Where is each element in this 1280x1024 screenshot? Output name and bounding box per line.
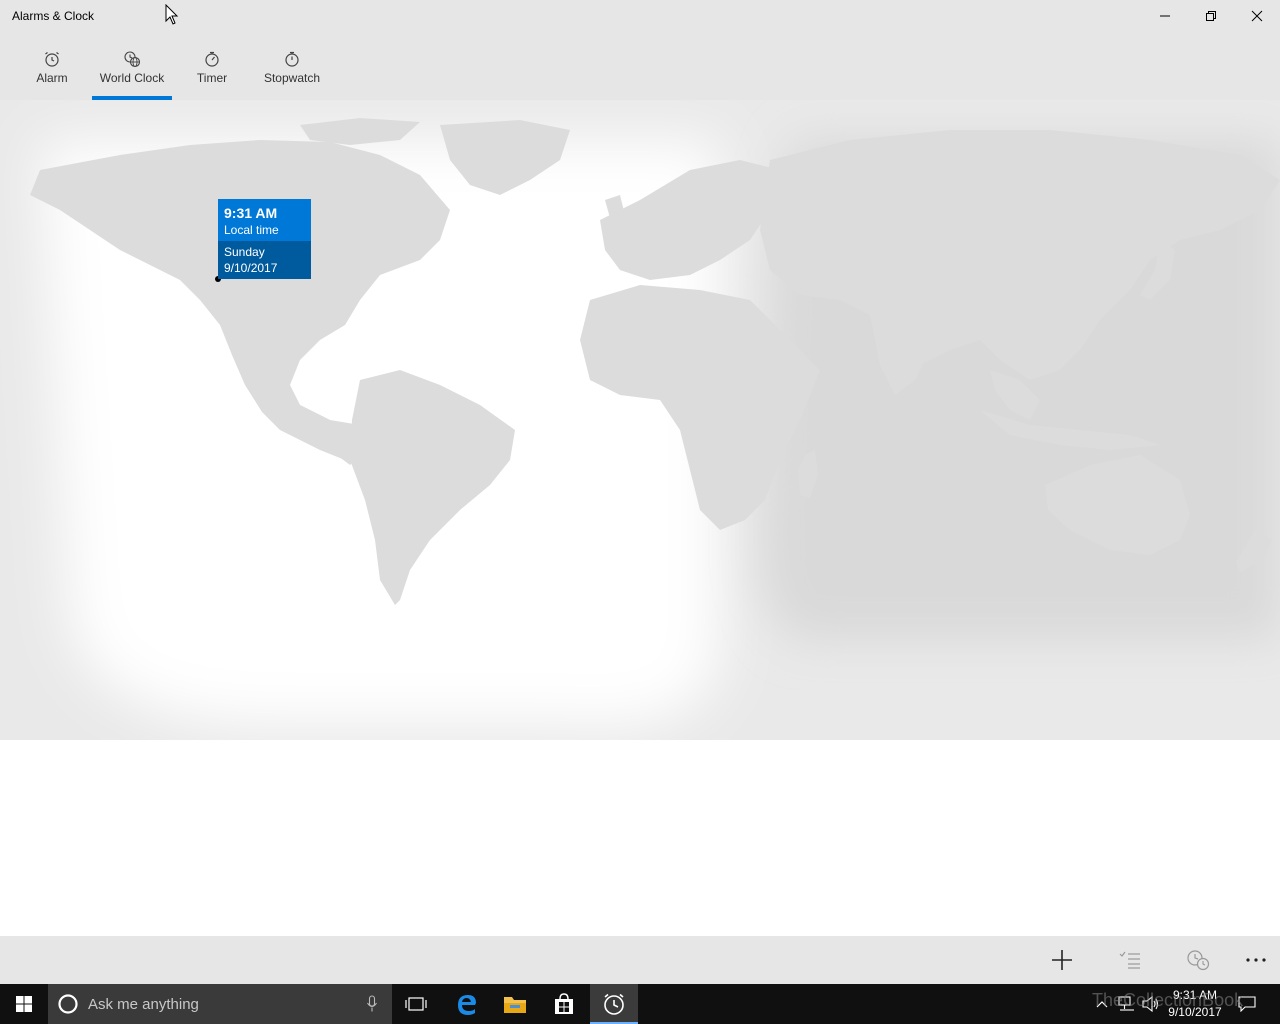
tab-bar: Alarm World Clock Timer Stopwatch (0, 32, 1280, 100)
title-bar: Alarms & Clock (0, 0, 1280, 32)
cortana-icon (58, 994, 78, 1014)
close-icon (1251, 10, 1263, 22)
tab-world-clock-label: World Clock (99, 71, 165, 85)
world-map[interactable] (0, 100, 1280, 740)
watermark-text: TheCollectionBook (1092, 990, 1244, 1010)
timer-icon (205, 51, 219, 67)
alarms-clock-app[interactable] (590, 984, 638, 1024)
world-map-graphic (0, 100, 1280, 740)
tab-alarm-label: Alarm (36, 71, 68, 85)
tab-world-clock[interactable]: World Clock (92, 32, 172, 100)
tab-stopwatch-label: Stopwatch (263, 71, 321, 85)
command-bar (0, 936, 1280, 984)
local-day: Sunday (224, 245, 265, 259)
local-time-card[interactable]: 9:31 AM Local time Sunday 9/10/2017 (218, 199, 311, 279)
local-time: 9:31 AM (224, 205, 278, 221)
app-title: Alarms & Clock (12, 9, 95, 23)
select-button[interactable] (1106, 936, 1154, 984)
folder-icon (504, 997, 526, 1013)
compare-button[interactable] (1174, 936, 1222, 984)
tab-timer-label: Timer (196, 71, 228, 85)
windows-logo-icon (16, 996, 32, 1012)
plus-icon (1052, 950, 1072, 970)
store-app[interactable] (540, 984, 588, 1024)
mouse-cursor-icon (165, 4, 179, 25)
restore-button[interactable] (1188, 0, 1234, 32)
taskbar: Ask me anything 9:31 AM 9/10/2017 (0, 984, 1280, 1024)
minimize-icon (1160, 15, 1170, 17)
start-button[interactable] (0, 984, 48, 1024)
more-icon (1246, 958, 1266, 962)
add-city-button[interactable] (1038, 936, 1086, 984)
restore-icon (1206, 11, 1216, 21)
checklist-icon (1119, 951, 1140, 969)
edge-icon (458, 995, 476, 1015)
edge-app[interactable] (443, 984, 491, 1024)
close-button[interactable] (1234, 0, 1280, 32)
task-view-icon (405, 997, 427, 1011)
task-view-button[interactable] (392, 984, 440, 1024)
tab-alarm[interactable]: Alarm (32, 32, 72, 100)
file-explorer-app[interactable] (491, 984, 539, 1024)
store-bag-icon (555, 993, 573, 1014)
minimize-button[interactable] (1142, 0, 1188, 32)
compare-clock-icon (1187, 950, 1210, 971)
cortana-search-box[interactable]: Ask me anything (48, 984, 392, 1024)
more-options-button[interactable] (1232, 936, 1280, 984)
local-date: 9/10/2017 (224, 261, 278, 275)
alarm-clock-icon (45, 52, 59, 67)
tab-timer[interactable]: Timer (192, 32, 232, 100)
alarm-clock-app-icon (604, 993, 624, 1015)
globe-clock-icon (124, 51, 141, 68)
microphone-icon[interactable] (366, 995, 378, 1013)
stopwatch-icon (285, 51, 299, 67)
local-time-label: Local time (224, 223, 279, 237)
tab-stopwatch[interactable]: Stopwatch (258, 32, 326, 100)
search-placeholder: Ask me anything (88, 996, 199, 1013)
